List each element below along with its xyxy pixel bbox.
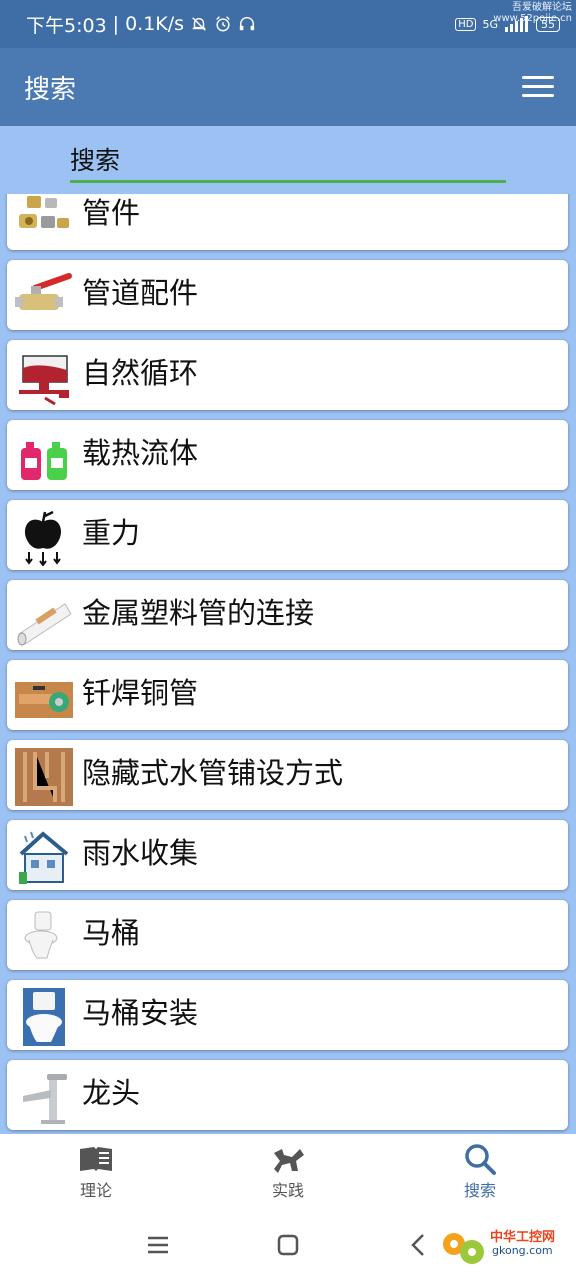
headset-icon xyxy=(239,16,255,31)
list-item-hidden-pipes[interactable]: 隐藏式水管铺设方式 xyxy=(7,740,568,810)
faucet-icon xyxy=(23,1074,67,1124)
list-item-label: 龙头 xyxy=(82,1076,141,1110)
tab-theory[interactable]: 理论 xyxy=(0,1134,192,1210)
list-item-gravity[interactable]: 重力 xyxy=(7,500,568,570)
list-item-metal-plastic-pipe[interactable]: 金属塑料管的连接 xyxy=(7,580,568,650)
list-item-toilet-install[interactable]: 马桶安装 xyxy=(7,980,568,1050)
home-icon[interactable] xyxy=(273,1230,303,1260)
gear-logo-icon xyxy=(443,1233,484,1264)
status-bar: 下午5:03 | 0.1K/s HD 5G 55 吾爱破解论坛 www.52po… xyxy=(0,0,576,48)
heat-fluid-bottles-icon xyxy=(21,442,67,480)
list-item-label: 马桶 xyxy=(82,916,141,950)
alarm-icon xyxy=(216,16,230,32)
list-item-toilet[interactable]: 马桶 xyxy=(7,900,568,970)
back-icon[interactable] xyxy=(403,1230,433,1260)
natural-circulation-icon xyxy=(19,355,69,406)
list-item-label: 管道配件 xyxy=(82,276,199,310)
toilet-install-icon xyxy=(23,988,65,1046)
rainwater-house-icon xyxy=(19,831,69,884)
status-time: 下午5:03 xyxy=(26,14,107,37)
list-item-rainwater[interactable]: 雨水收集 xyxy=(7,820,568,890)
app-bar: 搜索 xyxy=(0,48,576,126)
status-left: 下午5:03 | 0.1K/s xyxy=(26,11,256,38)
toilet-icon xyxy=(24,911,58,959)
fittings-icon xyxy=(19,196,69,228)
search-area xyxy=(0,126,576,194)
list-item-label: 隐藏式水管铺设方式 xyxy=(82,756,344,790)
list-item-pipe-accessories[interactable]: 管道配件 xyxy=(7,260,568,330)
list-item-solder-copper[interactable]: 钎焊铜管 xyxy=(7,660,568,730)
list-item-label: 雨水收集 xyxy=(82,836,199,870)
list-item-label: 管件 xyxy=(82,196,141,230)
status-speed: 0.1K/s xyxy=(125,13,185,35)
page-title: 搜索 xyxy=(24,74,77,105)
search-icon xyxy=(465,1144,496,1175)
hd-badge: HD xyxy=(455,17,477,31)
tab-search-label: 搜索 xyxy=(463,1181,496,1200)
hamburger-menu-icon[interactable] xyxy=(522,76,554,98)
list-item-label: 马桶安装 xyxy=(82,996,199,1030)
mute-bell-icon xyxy=(192,17,206,31)
metal-plastic-pipe-icon xyxy=(17,603,72,646)
tab-search[interactable]: 搜索 xyxy=(384,1134,576,1210)
recents-icon[interactable] xyxy=(143,1230,173,1260)
list-item-fittings[interactable]: 管件 xyxy=(7,194,568,250)
search-input[interactable] xyxy=(70,140,506,183)
tools-icon xyxy=(274,1149,304,1173)
list-item-label: 自然循环 xyxy=(82,356,199,390)
tab-practice[interactable]: 实践 xyxy=(192,1134,384,1210)
watermark-bottom: 中华工控网 gkong.com xyxy=(438,1222,568,1272)
hidden-pipes-icon xyxy=(15,748,73,806)
list-item-faucet[interactable]: 龙头 xyxy=(7,1060,568,1130)
result-list: 管件 管道配件 自然循环 载热流体 重力 金属塑料管的连接 钎焊铜管 隐藏式水管… xyxy=(0,194,576,1134)
list-item-label: 重力 xyxy=(82,516,141,550)
watermark-top: 吾爱破解论坛 www.52pojie.cn xyxy=(493,2,572,24)
list-item-label: 载热流体 xyxy=(82,436,199,470)
book-icon xyxy=(80,1147,112,1171)
list-item-heat-fluid[interactable]: 载热流体 xyxy=(7,420,568,490)
tab-theory-label: 理论 xyxy=(79,1181,112,1200)
ball-valve-icon xyxy=(15,273,72,310)
bottom-nav: 理论 实践 搜索 xyxy=(0,1134,576,1210)
tab-practice-label: 实践 xyxy=(271,1181,304,1200)
list-item-natural-circulation[interactable]: 自然循环 xyxy=(7,340,568,410)
list-item-label: 钎焊铜管 xyxy=(82,676,199,710)
solder-copper-pipe-icon xyxy=(15,682,73,718)
apple-gravity-icon xyxy=(24,510,62,566)
list-item-label: 金属塑料管的连接 xyxy=(82,596,315,630)
